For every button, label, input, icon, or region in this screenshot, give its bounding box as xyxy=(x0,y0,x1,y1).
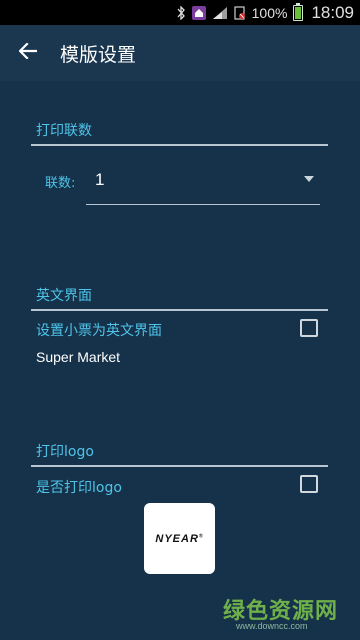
sim-blocked-icon xyxy=(234,5,246,20)
store-name-text: Super Market xyxy=(36,349,121,365)
dropdown-arrow-icon xyxy=(304,176,314,182)
english-ui-checkbox[interactable] xyxy=(300,319,318,337)
section-divider xyxy=(31,144,328,146)
page-title: 模版设置 xyxy=(60,43,137,66)
section-title-print-logo: 打印logo xyxy=(36,444,94,460)
section-title-english-ui: 英文界面 xyxy=(36,288,92,304)
copies-spinner[interactable] xyxy=(86,160,320,204)
clock: 18:09 xyxy=(311,2,354,22)
watermark-url: www.downcc.com xyxy=(236,621,308,631)
copies-spinner-label: 联数: xyxy=(45,176,76,191)
print-logo-option-label: 是否打印logo xyxy=(36,480,122,496)
spinner-underline xyxy=(86,204,320,205)
section-divider xyxy=(31,309,328,311)
app-bar: 模版设置 xyxy=(0,25,360,81)
back-button[interactable] xyxy=(0,25,56,81)
english-ui-option-label: 设置小票为英文界面 xyxy=(36,323,162,339)
section-divider xyxy=(31,465,328,467)
section-title-print-copies: 打印联数 xyxy=(36,123,92,139)
battery-icon xyxy=(293,2,304,21)
arrow-left-icon xyxy=(18,42,38,63)
battery-percent: 100% xyxy=(251,4,288,21)
home-notification-icon xyxy=(191,5,206,20)
copies-spinner-value: 1 xyxy=(95,170,105,189)
print-logo-checkbox[interactable] xyxy=(300,475,318,493)
bluetooth-icon xyxy=(176,5,186,20)
logo-preview: NYEAR® xyxy=(144,503,215,574)
signal-icon xyxy=(212,6,228,20)
status-bar: 100% 18:09 xyxy=(0,0,360,25)
logo-wordmark: NYEAR® xyxy=(155,532,204,545)
